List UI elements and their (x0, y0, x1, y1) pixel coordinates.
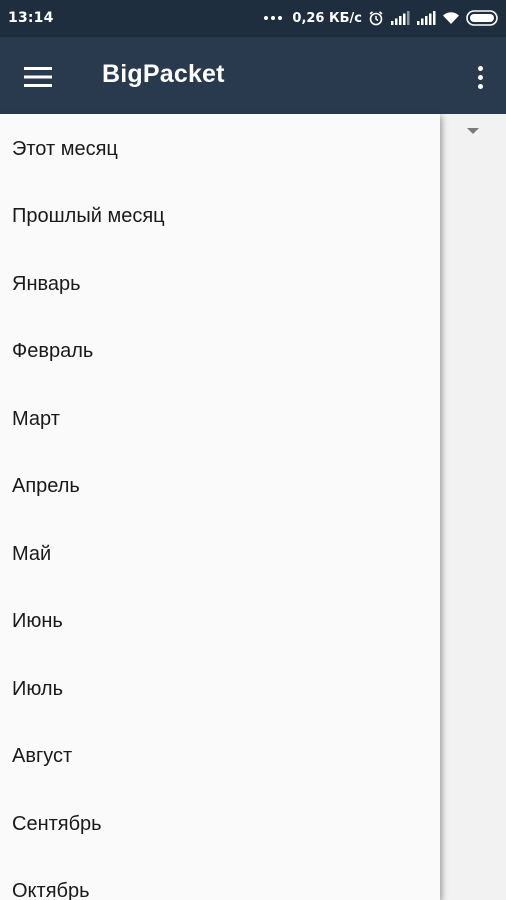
status-icons: 0,26 КБ/с (264, 7, 500, 29)
more-dots-icon (264, 16, 283, 20)
dropdown-item-may[interactable]: Май (0, 521, 440, 588)
overflow-menu-button[interactable] (468, 57, 492, 97)
status-bar: 13:14 0,26 КБ/с (0, 0, 506, 37)
period-dropdown-list: Этот месяц Прошлый месяц Январь Февраль … (0, 114, 440, 900)
dropdown-item-august[interactable]: Август (0, 723, 440, 790)
menu-button[interactable] (18, 57, 58, 97)
hamburger-menu-icon (24, 67, 52, 87)
app-title: BigPacket (102, 60, 225, 88)
spinner-dropdown-arrow-icon[interactable] (467, 128, 479, 134)
dropdown-item-this-month[interactable]: Этот месяц (0, 116, 440, 183)
dropdown-item-january[interactable]: Январь (0, 251, 440, 318)
status-time: 13:14 (8, 10, 54, 26)
dropdown-item-september[interactable]: Сентябрь (0, 791, 440, 858)
dropdown-item-april[interactable]: Апрель (0, 453, 440, 520)
battery-icon (466, 10, 500, 26)
app-bar: BigPacket (0, 37, 506, 114)
dropdown-item-last-month[interactable]: Прошлый месяц (0, 183, 440, 250)
dropdown-item-july[interactable]: Июль (0, 656, 440, 723)
wifi-icon (442, 11, 460, 25)
signal-icon (390, 11, 410, 25)
dropdown-item-february[interactable]: Февраль (0, 318, 440, 385)
signal-icon (416, 11, 436, 25)
dropdown-item-march[interactable]: Март (0, 386, 440, 453)
more-vert-icon (477, 65, 483, 71)
dropdown-item-june[interactable]: Июнь (0, 588, 440, 655)
network-speed: 0,26 КБ/с (292, 10, 362, 26)
alarm-icon (368, 10, 384, 26)
dropdown-item-october[interactable]: Октябрь (0, 858, 440, 900)
